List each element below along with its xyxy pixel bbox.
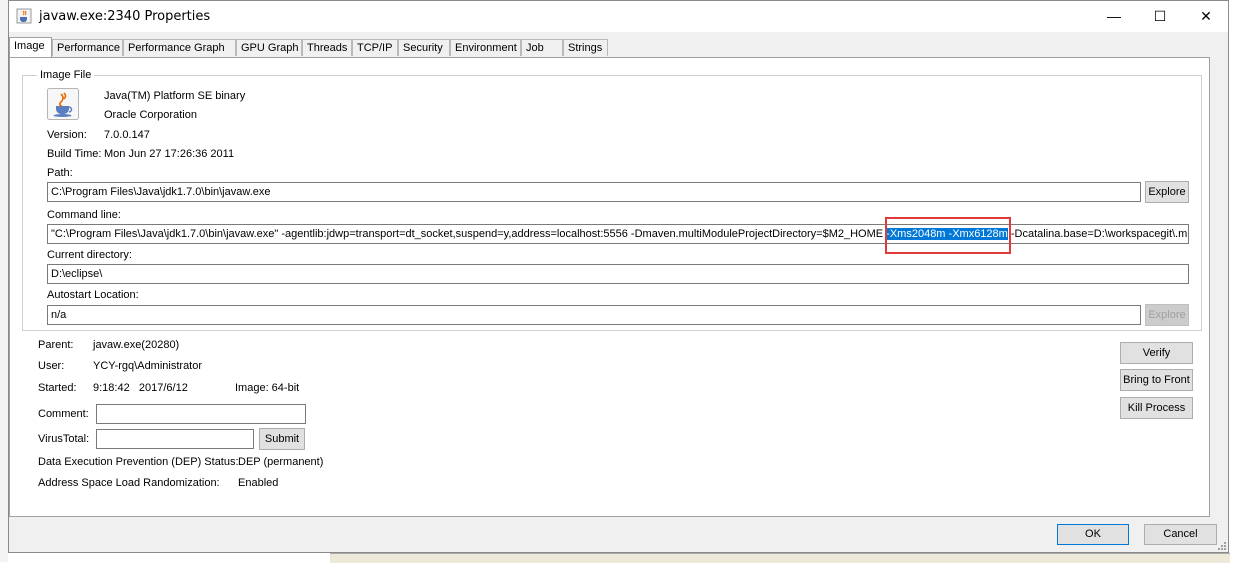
build-time-label: Build Time: bbox=[47, 148, 102, 160]
comment-label: Comment: bbox=[38, 408, 89, 420]
tab-environment[interactable]: Environment bbox=[450, 39, 521, 56]
background-window-right bbox=[1229, 0, 1240, 562]
tab-performance-graph[interactable]: Performance Graph bbox=[123, 39, 236, 56]
tab-image[interactable]: Image bbox=[9, 37, 52, 57]
image-file-group bbox=[22, 75, 1202, 331]
tab-gpu-graph[interactable]: GPU Graph bbox=[236, 39, 302, 56]
command-line-text: "C:\Program Files\Java\jdk1.7.0\bin\java… bbox=[51, 228, 884, 240]
annotation-highlight-box bbox=[885, 217, 1011, 254]
path-label: Path: bbox=[47, 167, 73, 179]
virustotal-field[interactable] bbox=[96, 429, 254, 449]
autostart-location-label: Autostart Location: bbox=[47, 289, 139, 301]
version-value: 7.0.0.147 bbox=[104, 129, 150, 141]
autostart-explore-button[interactable]: Explore bbox=[1145, 304, 1189, 326]
image-file-group-label: Image File bbox=[37, 69, 95, 81]
file-description: Java(TM) Platform SE binary bbox=[104, 90, 246, 102]
dep-value: DEP (permanent) bbox=[238, 456, 324, 468]
current-directory-label: Current directory: bbox=[47, 249, 132, 261]
tab-threads[interactable]: Threads bbox=[302, 39, 352, 56]
resize-grip-icon[interactable] bbox=[1216, 540, 1227, 551]
started-label: Started: bbox=[38, 382, 77, 394]
maximize-button[interactable]: ☐ bbox=[1137, 1, 1183, 32]
window-title: javaw.exe:2340 Properties bbox=[39, 9, 211, 24]
image-bitness: Image: 64-bit bbox=[235, 382, 300, 394]
tab-strings[interactable]: Strings bbox=[563, 39, 608, 56]
verify-button[interactable]: Verify bbox=[1120, 342, 1193, 364]
user-value: YCY-rgq\Administrator bbox=[93, 360, 203, 372]
aslr-label: Address Space Load Randomization: bbox=[38, 477, 220, 489]
cancel-button[interactable]: Cancel bbox=[1144, 524, 1217, 545]
command-line-label: Command line: bbox=[47, 209, 121, 221]
close-button[interactable]: ✕ bbox=[1183, 1, 1229, 32]
background-window-left bbox=[0, 0, 8, 562]
current-directory-field[interactable]: D:\eclipse\ bbox=[47, 264, 1189, 284]
virustotal-label: VirusTotal: bbox=[38, 433, 90, 445]
tab-tcpip[interactable]: TCP/IP bbox=[352, 39, 398, 56]
aslr-value: Enabled bbox=[238, 477, 279, 489]
title-bar[interactable]: javaw.exe:2340 Properties — ☐ ✕ bbox=[9, 1, 1228, 32]
started-value: 9:18:42 2017/6/12 bbox=[93, 382, 188, 394]
bring-to-front-button[interactable]: Bring to Front bbox=[1120, 369, 1193, 391]
command-line-text-after: -Dcatalina.base=D:\workspacegit\.m bbox=[1010, 228, 1188, 240]
command-line-field[interactable]: "C:\Program Files\Java\jdk1.7.0\bin\java… bbox=[47, 224, 1189, 244]
submit-button[interactable]: Submit bbox=[259, 428, 305, 450]
tab-job[interactable]: Job bbox=[521, 39, 563, 56]
parent-value: javaw.exe(20280) bbox=[93, 339, 180, 351]
dep-label: Data Execution Prevention (DEP) Status: bbox=[38, 456, 239, 468]
version-label: Version: bbox=[47, 129, 87, 141]
java-application-icon bbox=[47, 88, 79, 120]
parent-label: Parent: bbox=[38, 339, 74, 351]
java-coffee-cup-icon bbox=[16, 8, 32, 24]
user-label: User: bbox=[38, 360, 65, 372]
build-time-value: Mon Jun 27 17:26:36 2011 bbox=[104, 148, 235, 160]
comment-input[interactable] bbox=[96, 404, 306, 424]
kill-process-button[interactable]: Kill Process bbox=[1120, 397, 1193, 419]
path-explore-button[interactable]: Explore bbox=[1145, 181, 1189, 203]
path-field[interactable]: C:\Program Files\Java\jdk1.7.0\bin\javaw… bbox=[47, 182, 1141, 202]
tab-performance[interactable]: Performance bbox=[52, 39, 123, 56]
ok-button[interactable]: OK bbox=[1057, 524, 1129, 545]
autostart-location-field[interactable]: n/a bbox=[47, 305, 1141, 325]
tab-security[interactable]: Security bbox=[398, 39, 450, 56]
minimize-button[interactable]: — bbox=[1091, 1, 1137, 32]
company-name: Oracle Corporation bbox=[104, 109, 197, 121]
